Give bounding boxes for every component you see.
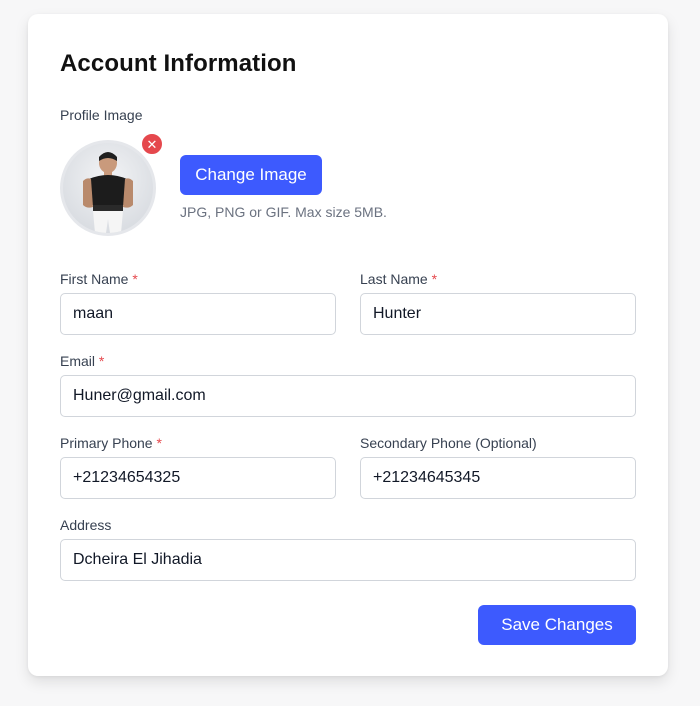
secondary-phone-input[interactable] xyxy=(360,457,636,499)
save-changes-button[interactable]: Save Changes xyxy=(478,605,636,645)
profile-photo xyxy=(83,152,133,233)
first-name-label: First Name * xyxy=(60,271,138,287)
profile-image-label: Profile Image xyxy=(60,107,143,123)
required-mark: * xyxy=(98,353,105,369)
required-mark: * xyxy=(156,435,162,451)
image-requirements-hint: JPG, PNG or GIF. Max size 5MB. xyxy=(180,204,387,220)
first-name-input[interactable] xyxy=(60,293,336,335)
address-input[interactable] xyxy=(60,539,636,581)
first-name-label-text: First Name xyxy=(60,271,129,287)
primary-phone-label-text: Primary Phone xyxy=(60,435,153,451)
secondary-phone-label: Secondary Phone (Optional) xyxy=(360,435,537,451)
close-icon: ✕ xyxy=(146,136,158,152)
avatar-container: ✕ xyxy=(60,132,164,236)
page-title: Account Information xyxy=(60,50,297,77)
required-mark: * xyxy=(132,271,138,287)
remove-image-button[interactable]: ✕ xyxy=(140,132,164,156)
email-label: Email * xyxy=(60,353,104,369)
primary-phone-label: Primary Phone * xyxy=(60,435,162,451)
email-label-text: Email xyxy=(60,353,96,369)
address-label: Address xyxy=(60,517,112,533)
change-image-button[interactable]: Change Image xyxy=(180,155,322,195)
account-information-card: Account Information Profile Image ✕ Chan… xyxy=(28,14,668,676)
required-mark: * xyxy=(431,271,438,287)
last-name-label: Last Name * xyxy=(360,271,437,287)
email-input[interactable] xyxy=(60,375,636,417)
avatar xyxy=(60,140,156,236)
last-name-label-text: Last Name xyxy=(360,271,428,287)
primary-phone-input[interactable] xyxy=(60,457,336,499)
last-name-input[interactable] xyxy=(360,293,636,335)
